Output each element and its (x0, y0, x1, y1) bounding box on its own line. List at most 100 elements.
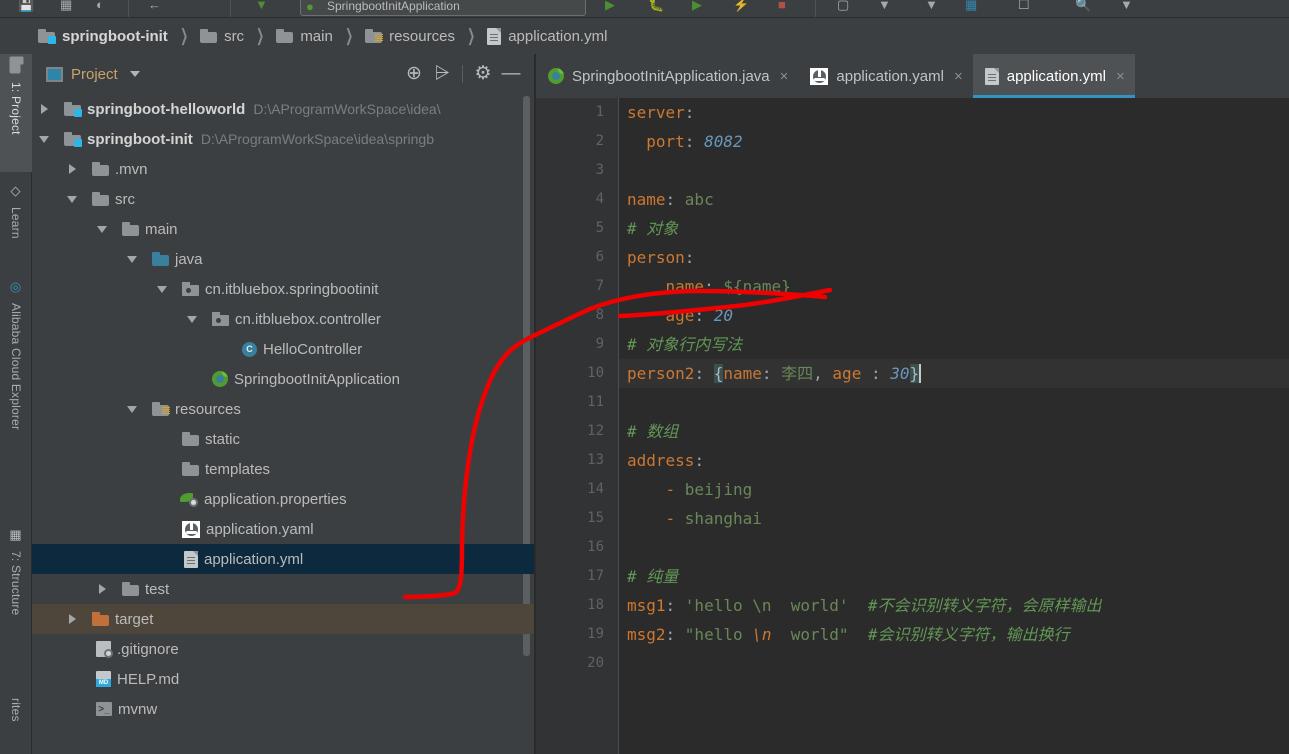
expand-arrow-icon[interactable] (64, 154, 80, 184)
tree-row-path: D:\AProgramWorkSpace\idea\ (253, 101, 441, 117)
collapse-arrow-icon[interactable] (36, 124, 52, 154)
tree-row-src[interactable]: src (32, 184, 535, 214)
code-line[interactable]: port: 8082 (619, 127, 1289, 156)
tree-row-package-controller[interactable]: cn.itbluebox.controller (32, 304, 535, 334)
tree-row-gitignore[interactable]: .gitignore (32, 634, 535, 664)
chevron-down-icon[interactable]: ▼ (878, 0, 891, 14)
run-icon[interactable]: ▶ (605, 0, 615, 14)
breadcrumb-item-src[interactable]: src (200, 18, 244, 54)
expand-arrow-icon[interactable] (64, 604, 80, 634)
close-icon[interactable]: × (1116, 69, 1125, 84)
breadcrumb-item-resources[interactable]: resources (365, 18, 455, 54)
code-line[interactable] (619, 649, 1289, 678)
editor-gutter[interactable]: 1 2 3 4 5 6 7 8 9 10 11 12 13 14 15 16 17 18 19 20 (536, 98, 619, 754)
breadcrumb-item-main[interactable]: main (276, 18, 333, 54)
collapse-arrow-icon[interactable] (64, 184, 80, 214)
code-line[interactable] (619, 388, 1289, 417)
tree-row-springboot-init[interactable]: springboot-init D:\AProgramWorkSpace\ide… (32, 124, 535, 154)
code-line[interactable]: name: abc (619, 185, 1289, 214)
tree-row-mvn[interactable]: .mvn (32, 154, 535, 184)
code-line[interactable]: server: (619, 98, 1289, 127)
tree-row-main[interactable]: main (32, 214, 535, 244)
code-line[interactable]: # 对象 (619, 214, 1289, 243)
code-line[interactable]: name: ${name} (619, 272, 1289, 301)
code-token: # 对象行内写法 (627, 335, 743, 354)
tab-application-yaml[interactable]: application.yaml × (798, 54, 973, 98)
debug-icon[interactable]: 🐛 (648, 0, 664, 14)
editor-area: SpringbootInitApplication.java × applica… (536, 54, 1289, 754)
sidebar-item-structure[interactable]: ▦ 7: Structure (0, 524, 32, 650)
code-line[interactable]: address: (619, 446, 1289, 475)
tree-row-application-yaml[interactable]: application.yaml (32, 514, 535, 544)
chevron-down-icon[interactable] (129, 71, 140, 77)
collapse-arrow-icon[interactable] (94, 214, 110, 244)
expand-arrow-icon[interactable] (36, 94, 52, 124)
code-line[interactable] (619, 533, 1289, 562)
code-line[interactable] (619, 156, 1289, 185)
history-icon[interactable]: ◐ (96, 0, 104, 14)
profile-icon[interactable]: ⚡ (733, 0, 749, 14)
line-number: 13 (587, 452, 604, 468)
expand-arrow-icon[interactable] (94, 574, 110, 604)
back-icon[interactable]: ← (148, 0, 161, 14)
collapse-arrow-icon[interactable] (184, 304, 200, 334)
user-icon[interactable]: ▼ (1120, 0, 1133, 14)
close-icon[interactable]: × (780, 69, 789, 84)
sidebar-item-alibaba-cloud-explorer[interactable]: ◎ Alibaba Cloud Explorer (0, 276, 32, 508)
collapse-all-icon[interactable]: ⩥ (428, 60, 456, 88)
code-line[interactable]: - shanghai (619, 504, 1289, 533)
code-line[interactable]: # 对象行内写法 (619, 330, 1289, 359)
collapse-arrow-icon[interactable] (124, 244, 140, 274)
search-everywhere-icon[interactable]: ▼ (925, 0, 938, 14)
save-icon[interactable]: 💾 (18, 0, 34, 14)
tree-row-test[interactable]: test (32, 574, 535, 604)
breadcrumb-item-springboot-init[interactable]: springboot-init (38, 18, 168, 54)
code-line[interactable]: age: 20 (619, 301, 1289, 330)
code-editor[interactable]: 1 2 3 4 5 6 7 8 9 10 11 12 13 14 15 16 17 18 19 20 server: … (536, 98, 1289, 754)
select-opened-file-icon[interactable]: ⊕ (400, 60, 428, 88)
project-tree[interactable]: springboot-helloworld D:\AProgramWorkSpa… (32, 94, 535, 754)
line-number: 18 (587, 597, 604, 613)
tree-row-mvnw[interactable]: >_ mvnw (32, 694, 535, 724)
build-icon[interactable]: ▼ (255, 0, 268, 14)
tree-row-help-md[interactable]: MD HELP.md (32, 664, 535, 694)
sidebar-item-learn[interactable]: ◇ Learn (0, 180, 32, 266)
tab-application-yml[interactable]: application.yml × (972, 54, 1135, 98)
tree-row-hellocontroller[interactable]: C HelloController (32, 334, 535, 364)
bookmark-icon[interactable]: ▢ (837, 0, 849, 14)
breadcrumb-item-application-yml[interactable]: application.yml (487, 18, 607, 54)
settings-gear-icon[interactable]: ⚙ (469, 60, 497, 88)
tree-row-java[interactable]: java (32, 244, 535, 274)
tab-springbootinitapplication-java[interactable]: SpringbootInitApplication.java × (536, 54, 799, 98)
tree-row-springbootinitapplication[interactable]: SpringbootInitApplication (32, 364, 535, 394)
code-line[interactable]: # 数组 (619, 417, 1289, 446)
tree-row-application-properties[interactable]: application.properties (32, 484, 535, 514)
code-line[interactable]: msg2: "hello \n world" #会识别转义字符，输出换行 (619, 620, 1289, 649)
code-line[interactable]: msg1: 'hello \n world' #不会识别转义字符，会原样输出 (619, 591, 1289, 620)
tree-row-application-yml[interactable]: application.yml (32, 544, 535, 574)
stop-icon[interactable]: ■ (778, 0, 786, 14)
run-configuration-selector[interactable]: ● SpringbootInitApplication (300, 0, 586, 16)
search-icon[interactable]: 🔍 (1075, 0, 1091, 14)
tree-row-springboot-helloworld[interactable]: springboot-helloworld D:\AProgramWorkSpa… (32, 94, 535, 124)
close-icon[interactable]: × (954, 69, 963, 84)
tree-row-templates[interactable]: templates (32, 454, 535, 484)
run-coverage-icon[interactable]: ▶ (692, 0, 702, 14)
hide-panel-icon[interactable]: — (497, 60, 525, 88)
sidebar-item-favorites[interactable]: rites (0, 694, 32, 754)
collapse-arrow-icon[interactable] (154, 274, 170, 304)
project-structure-icon[interactable]: ☐ (1018, 0, 1030, 14)
collapse-arrow-icon[interactable] (124, 394, 140, 424)
editor-code[interactable]: server: port: 8082 name: abc # 对象 person: … (619, 98, 1289, 754)
tree-row-package-springbootinit[interactable]: cn.itbluebox.springbootinit (32, 274, 535, 304)
code-line[interactable]: - beijing (619, 475, 1289, 504)
settings-icon[interactable]: ▦ (965, 0, 977, 14)
tree-row-target[interactable]: target (32, 604, 535, 634)
tree-row-static[interactable]: static (32, 424, 535, 454)
code-line[interactable]: person2: {name: 李四, age : 30} (619, 359, 1289, 388)
sync-icon[interactable]: ▦ (60, 0, 72, 14)
code-line[interactable]: person: (619, 243, 1289, 272)
sidebar-item-project[interactable]: 1: Project (0, 54, 32, 172)
tree-row-resources[interactable]: resources (32, 394, 535, 424)
code-line[interactable]: # 纯量 (619, 562, 1289, 591)
